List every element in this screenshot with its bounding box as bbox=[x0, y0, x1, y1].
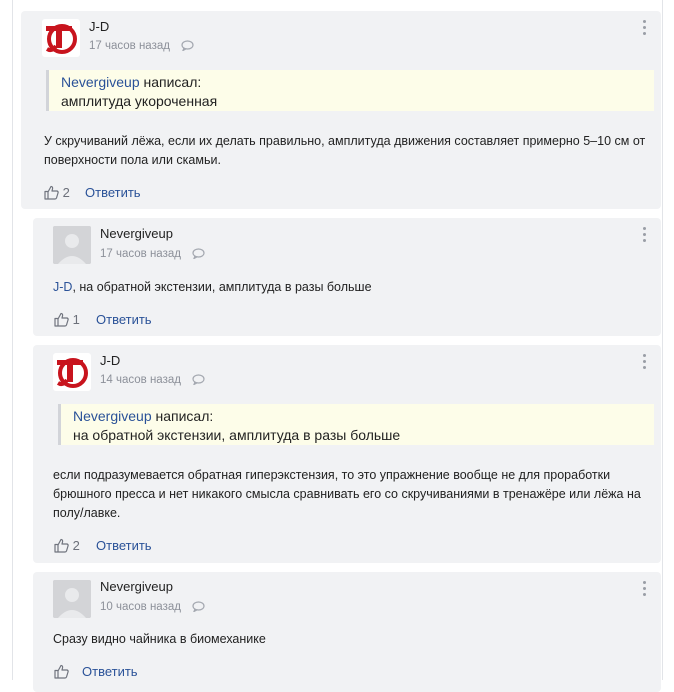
quote-header: Nevergiveup написал: bbox=[73, 407, 654, 426]
quote-author[interactable]: Nevergiveup bbox=[73, 408, 152, 424]
more-vertical-icon[interactable] bbox=[643, 20, 647, 38]
quote-text: на обратной экстензии, амплитуда в разы … bbox=[73, 427, 401, 443]
comment-time-text: 17 часов назад bbox=[89, 40, 170, 52]
like-button[interactable]: 2 bbox=[44, 185, 70, 200]
comment-bubble-icon[interactable] bbox=[192, 248, 205, 260]
jd-logo bbox=[45, 24, 77, 54]
comment-card: J-D 17 часов назад Nevergiveup написал: … bbox=[21, 11, 661, 209]
comment-time-text: 10 часов назад bbox=[100, 601, 181, 613]
reply-button[interactable]: Ответить bbox=[96, 312, 152, 327]
comment-time: 17 часов назад bbox=[89, 40, 194, 52]
comment-time: 10 часов назад bbox=[100, 601, 205, 613]
comment-text: У скручиваний лёжа, если их делать прави… bbox=[44, 134, 646, 167]
comment-time-text: 14 часов назад bbox=[100, 374, 181, 386]
quote-text: амплитуда укороченная bbox=[61, 93, 218, 109]
thread-rail-right bbox=[662, 0, 663, 680]
thumbs-up-icon bbox=[44, 185, 59, 200]
quote-block: Nevergiveup написал: амплитуда укороченн… bbox=[46, 70, 654, 111]
comment-bubble-icon[interactable] bbox=[181, 40, 194, 52]
quote-author[interactable]: Nevergiveup bbox=[61, 74, 140, 90]
like-count: 2 bbox=[72, 538, 80, 553]
comment-text: J-D, на обратной экстензии, амплитуда в … bbox=[53, 278, 643, 297]
comment-time: 17 часов назад bbox=[100, 248, 205, 260]
comment-bubble-icon[interactable] bbox=[192, 374, 205, 386]
avatar[interactable] bbox=[53, 353, 91, 391]
thumbs-up-icon bbox=[54, 664, 69, 679]
like-count: 2 bbox=[62, 185, 70, 200]
comment-card: J-D 14 часов назад Nevergiveup написал: … bbox=[33, 345, 661, 563]
thumbs-up-icon bbox=[54, 312, 69, 327]
avatar[interactable] bbox=[42, 19, 80, 57]
comment-time-text: 17 часов назад bbox=[100, 248, 181, 260]
comment-text: Сразу видно чайника в биомеханике bbox=[53, 632, 266, 646]
like-button[interactable]: 2 bbox=[54, 538, 80, 553]
like-button[interactable]: 1 bbox=[54, 312, 80, 327]
avatar[interactable] bbox=[53, 226, 91, 264]
comment-text-body: , на обратной экстензии, амплитуда в раз… bbox=[72, 280, 372, 294]
comment-card: Nevergiveup 17 часов назад J-D, на обрат… bbox=[33, 218, 661, 336]
quote-label: написал: bbox=[143, 74, 202, 90]
quote-label: написал: bbox=[155, 408, 214, 424]
comment-author[interactable]: J-D bbox=[100, 353, 120, 368]
comment-card: Nevergiveup 10 часов назад Сразу видно ч… bbox=[33, 572, 661, 692]
mention-link[interactable]: J-D bbox=[53, 280, 72, 294]
thumbs-up-icon bbox=[54, 538, 69, 553]
more-vertical-icon[interactable] bbox=[643, 581, 647, 599]
quote-header: Nevergiveup написал: bbox=[61, 73, 654, 92]
jd-logo bbox=[56, 358, 88, 388]
comment-bubble-icon[interactable] bbox=[192, 601, 205, 613]
comment-author[interactable]: Nevergiveup bbox=[100, 226, 173, 241]
gray-avatar bbox=[53, 226, 91, 264]
reply-button[interactable]: Ответить bbox=[96, 538, 152, 553]
thread-rail bbox=[12, 0, 13, 680]
reply-button[interactable]: Ответить bbox=[82, 664, 138, 679]
comment-author[interactable]: Nevergiveup bbox=[100, 579, 173, 594]
avatar[interactable] bbox=[53, 580, 91, 618]
comment-author[interactable]: J-D bbox=[89, 19, 109, 34]
comment-time: 14 часов назад bbox=[100, 374, 205, 386]
comment-text: если подразумевается обратная гиперэксте… bbox=[53, 468, 641, 520]
reply-button[interactable]: Ответить bbox=[85, 185, 141, 200]
like-button[interactable] bbox=[54, 664, 69, 679]
more-vertical-icon[interactable] bbox=[643, 354, 647, 372]
like-count: 1 bbox=[72, 312, 80, 327]
more-vertical-icon[interactable] bbox=[643, 227, 647, 245]
gray-avatar bbox=[53, 580, 91, 618]
quote-block: Nevergiveup написал: на обратной экстенз… bbox=[58, 404, 654, 445]
